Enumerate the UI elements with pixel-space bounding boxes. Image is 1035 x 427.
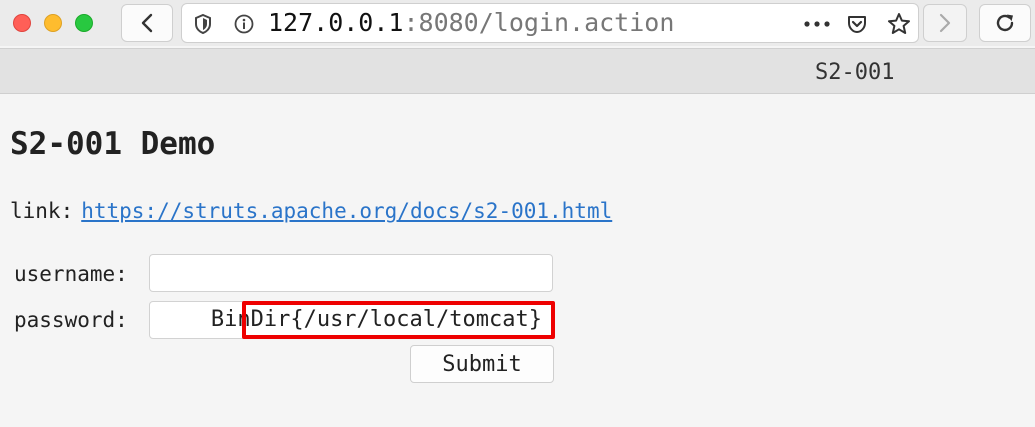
back-button[interactable] [121, 4, 173, 42]
window-controls [13, 14, 93, 32]
username-label: username: [14, 262, 128, 286]
info-icon[interactable] [234, 14, 254, 34]
shield-icon[interactable] [194, 14, 212, 34]
link-label: link: [10, 199, 74, 223]
reload-icon [996, 14, 1014, 32]
more-icon[interactable] [804, 21, 830, 27]
back-icon [141, 13, 153, 33]
pocket-icon[interactable] [846, 13, 868, 35]
password-value: BinDir{/usr/local/tomcat} [210, 307, 542, 332]
minimize-window-button[interactable] [44, 14, 62, 32]
tab-strip: S2-001 [0, 48, 1035, 94]
url-host: 127.0.0.1 [268, 8, 404, 37]
link-row: link: https://struts.apache.org/docs/s2-0… [10, 199, 612, 223]
url-bar[interactable]: 127.0.0.1:8080/login.action [181, 3, 919, 43]
url-path: :8080/login.action [403, 8, 675, 37]
docs-link[interactable]: https://struts.apache.org/docs/s2-001.ht… [81, 199, 612, 223]
maximize-window-button[interactable] [75, 14, 93, 32]
close-window-button[interactable] [13, 14, 31, 32]
username-input[interactable] [149, 254, 553, 292]
password-label: password: [14, 308, 128, 332]
bookmark-star-icon[interactable] [887, 12, 911, 36]
forward-button[interactable] [923, 4, 967, 42]
page-title: S2-001 Demo [10, 126, 216, 162]
forward-icon [939, 13, 951, 33]
tab-title[interactable]: S2-001 [815, 60, 894, 85]
submit-button[interactable]: Submit [410, 345, 554, 383]
password-input[interactable]: BinDir{/usr/local/tomcat} [149, 301, 553, 339]
url-text[interactable]: 127.0.0.1:8080/login.action [268, 9, 674, 37]
reload-button[interactable] [979, 4, 1031, 42]
